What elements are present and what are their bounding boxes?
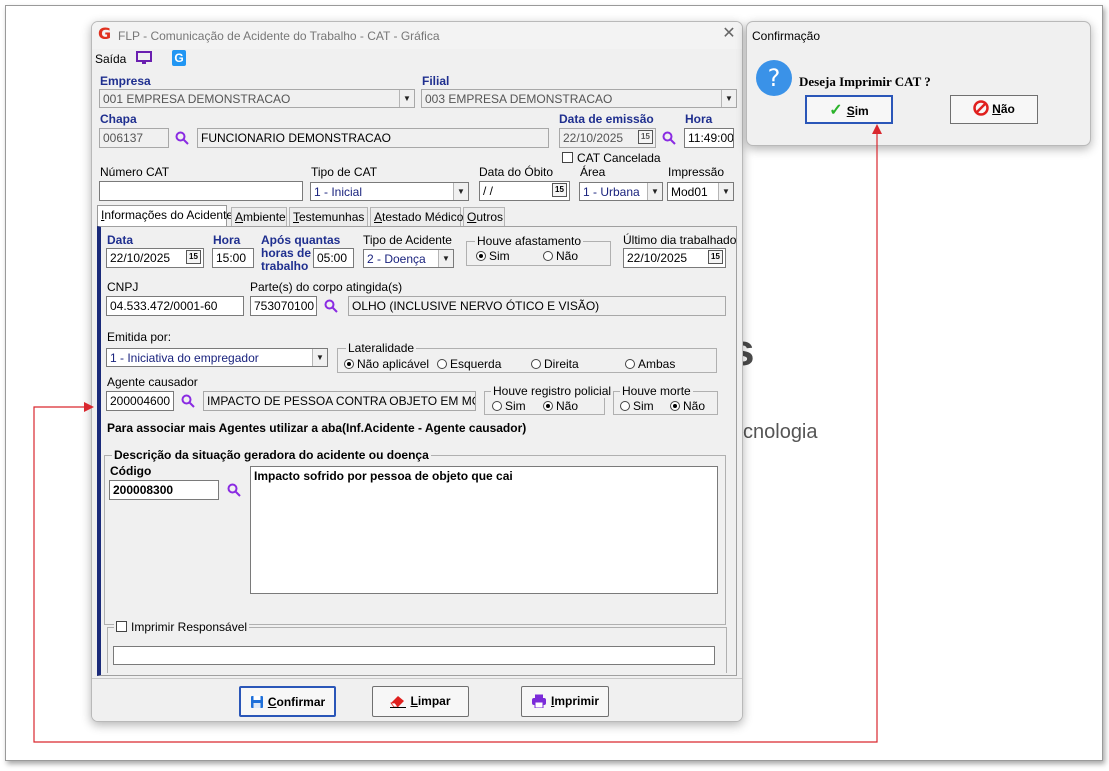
annotation-arrows <box>33 124 882 743</box>
annotation-line <box>33 130 878 743</box>
annotation-arrowhead-up <box>872 124 882 134</box>
annotation-arrowhead-left <box>84 402 94 412</box>
